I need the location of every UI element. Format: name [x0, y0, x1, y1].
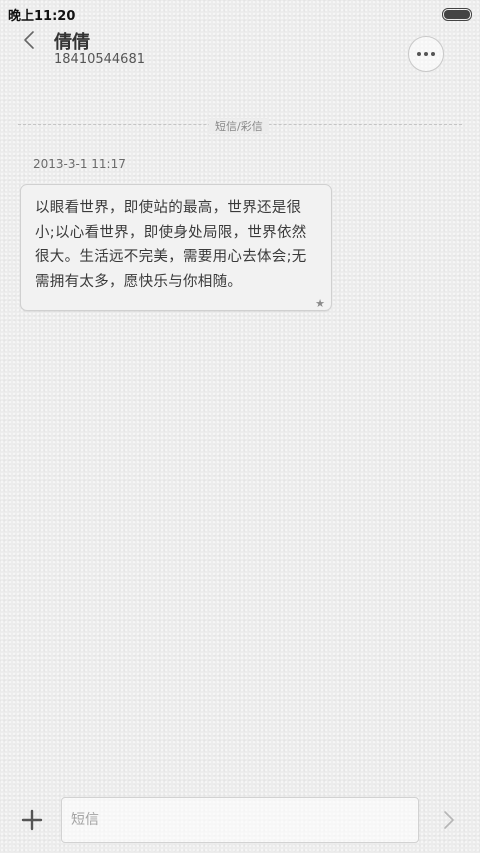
plus-icon — [21, 809, 43, 831]
more-options-button[interactable] — [408, 36, 444, 72]
message-input[interactable] — [61, 797, 419, 843]
message-text: 以眼看世界，即使站的最高，世界还是很小;以心看世界，即使身处局限，世界依然很大。… — [35, 200, 307, 290]
contact-name: 倩倩 — [54, 32, 90, 53]
status-bar: 晚上11:20 — [0, 0, 480, 26]
battery-icon — [442, 8, 472, 21]
more-dots-icon — [417, 52, 421, 56]
send-button[interactable] — [438, 808, 460, 832]
star-icon: ★ — [315, 297, 325, 310]
add-attachment-button[interactable] — [20, 808, 44, 832]
status-time: 晚上11:20 — [8, 9, 76, 24]
message-bubble[interactable]: 以眼看世界，即使站的最高，世界还是很小;以心看世界，即使身处局限，世界依然很大。… — [20, 184, 332, 311]
back-arrow-icon — [24, 31, 34, 49]
send-arrow-icon — [444, 811, 454, 829]
message-timestamp: 2013-3-1 11:17 — [33, 157, 126, 171]
more-dots-icon — [424, 52, 428, 56]
more-dots-icon — [431, 52, 435, 56]
battery-level — [444, 10, 470, 19]
message-type-label: 短信/彩信 — [209, 118, 269, 134]
back-button[interactable] — [16, 28, 44, 52]
contact-phone-number: 18410544681 — [54, 52, 145, 67]
